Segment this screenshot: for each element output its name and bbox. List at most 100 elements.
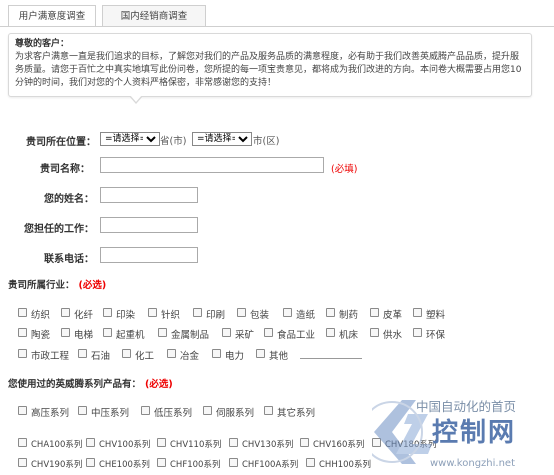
series-checkbox[interactable] bbox=[78, 406, 87, 415]
industry-checkbox[interactable] bbox=[61, 308, 70, 317]
industry-option: 其他 bbox=[269, 351, 289, 362]
series-checkbox[interactable] bbox=[203, 406, 212, 415]
industry-option: 金属制品 bbox=[171, 330, 210, 341]
industry-option: 印染 bbox=[116, 310, 136, 321]
province-select[interactable]: =请选择= bbox=[100, 132, 160, 146]
industry-checkbox[interactable] bbox=[413, 328, 422, 337]
industry-option: 印刷 bbox=[206, 310, 226, 321]
series-option: 其它系列 bbox=[277, 408, 316, 419]
model-checkbox[interactable] bbox=[86, 458, 95, 467]
series-option: 中压系列 bbox=[91, 408, 130, 419]
model-option: CHF100系列 bbox=[170, 460, 221, 470]
industry-option: 针织 bbox=[161, 310, 181, 321]
industry-option: 皮革 bbox=[383, 310, 403, 321]
industry-checkbox[interactable] bbox=[18, 349, 27, 358]
industry-title-text: 贵司所属行业： bbox=[8, 280, 75, 291]
industry-option: 化纤 bbox=[74, 310, 94, 321]
industry-option: 陶瓷 bbox=[31, 330, 51, 341]
tab-customer-satisfaction[interactable]: 用户满意度调查 bbox=[8, 5, 96, 27]
series-option: 低压系列 bbox=[154, 408, 193, 419]
industry-checkbox[interactable] bbox=[222, 328, 231, 337]
model-checkbox[interactable] bbox=[300, 438, 309, 447]
model-option: CHV110系列 bbox=[170, 440, 222, 450]
industry-option: 冶金 bbox=[180, 351, 200, 362]
model-checkbox[interactable] bbox=[306, 458, 315, 467]
phone-label: 联系电话： bbox=[44, 254, 94, 265]
job-input[interactable] bbox=[100, 217, 198, 233]
series-checkbox[interactable] bbox=[141, 406, 150, 415]
industry-option: 机床 bbox=[339, 330, 359, 341]
industry-option: 环保 bbox=[426, 330, 446, 341]
watermark-url: www.kongzhi.net bbox=[430, 458, 515, 469]
industry-checkbox[interactable] bbox=[193, 308, 202, 317]
industry-option: 电力 bbox=[225, 351, 245, 362]
phone-input[interactable] bbox=[100, 247, 198, 263]
industry-checkbox[interactable] bbox=[212, 349, 221, 358]
series-checkbox[interactable] bbox=[264, 406, 273, 415]
intro-box: 尊敬的客户： 为求客户满意一直是我们追求的目标，了解您对我们的产品及服务品质的满… bbox=[8, 33, 532, 104]
model-checkbox[interactable] bbox=[229, 458, 238, 467]
model-checkbox[interactable] bbox=[18, 458, 27, 467]
name-label: 您的姓名： bbox=[44, 194, 94, 205]
industry-option: 纺织 bbox=[31, 310, 51, 321]
industry-checkbox[interactable] bbox=[167, 349, 176, 358]
intro-text: 为求客户满意一直是我们追求的目标，了解您对我们的产品及服务品质的满意程度，必有助… bbox=[15, 52, 522, 88]
industry-option: 化工 bbox=[135, 351, 155, 362]
industry-required: (必选) bbox=[78, 280, 107, 291]
industry-checkbox[interactable] bbox=[256, 349, 265, 358]
industry-checkbox[interactable] bbox=[148, 308, 157, 317]
location-label: 贵司所在位置： bbox=[26, 137, 96, 148]
industry-option: 食品工业 bbox=[277, 330, 316, 341]
industry-other-input[interactable] bbox=[300, 358, 362, 359]
industry-checkbox[interactable] bbox=[264, 328, 273, 337]
industry-checkbox[interactable] bbox=[326, 328, 335, 337]
city-unit: 市(区) bbox=[253, 136, 280, 147]
company-input[interactable] bbox=[100, 157, 324, 173]
name-input[interactable] bbox=[100, 187, 198, 203]
industry-checkbox[interactable] bbox=[413, 308, 422, 317]
model-option: CHV160系列 bbox=[313, 440, 365, 450]
industry-title: 贵司所属行业： (必选) bbox=[8, 277, 106, 291]
industry-option: 造纸 bbox=[296, 310, 316, 321]
intro-greeting: 尊敬的客户： bbox=[15, 39, 70, 49]
tab-domestic-dealer[interactable]: 国内经销商调查 bbox=[102, 5, 206, 27]
industry-option: 采矿 bbox=[235, 330, 255, 341]
industry-checkbox[interactable] bbox=[122, 349, 131, 358]
industry-option: 供水 bbox=[383, 330, 403, 341]
company-required: (必填) bbox=[331, 164, 358, 175]
model-checkbox[interactable] bbox=[157, 458, 166, 467]
industry-checkbox[interactable] bbox=[61, 328, 70, 337]
industry-option: 电梯 bbox=[74, 330, 94, 341]
model-option: CHH100系列 bbox=[319, 460, 371, 470]
city-select[interactable]: =请选择= bbox=[192, 132, 252, 146]
industry-checkbox[interactable] bbox=[103, 308, 112, 317]
industry-checkbox[interactable] bbox=[370, 328, 379, 337]
industry-checkbox[interactable] bbox=[158, 328, 167, 337]
model-option: CHV130系列 bbox=[242, 440, 294, 450]
model-checkbox[interactable] bbox=[157, 438, 166, 447]
model-checkbox[interactable] bbox=[18, 438, 27, 447]
model-checkbox[interactable] bbox=[229, 438, 238, 447]
industry-checkbox[interactable] bbox=[370, 308, 379, 317]
industry-checkbox[interactable] bbox=[103, 328, 112, 337]
series-option: 高压系列 bbox=[31, 408, 70, 419]
industry-checkbox[interactable] bbox=[283, 308, 292, 317]
industry-option: 塑料 bbox=[426, 310, 446, 321]
industry-checkbox[interactable] bbox=[18, 328, 27, 337]
model-checkbox[interactable] bbox=[86, 438, 95, 447]
job-label: 您担任的工作： bbox=[24, 224, 94, 235]
industry-option: 包装 bbox=[250, 310, 270, 321]
model-option: CHV100系列 bbox=[99, 440, 151, 450]
industry-checkbox[interactable] bbox=[326, 308, 335, 317]
series-checkbox[interactable] bbox=[18, 406, 27, 415]
industry-checkbox[interactable] bbox=[18, 308, 27, 317]
products-title-text: 您使用过的英威腾系列产品有： bbox=[8, 379, 142, 390]
industry-option: 起重机 bbox=[116, 330, 145, 341]
intro-pointer bbox=[129, 95, 143, 104]
industry-checkbox[interactable] bbox=[78, 349, 87, 358]
products-title: 您使用过的英威腾系列产品有： (必选) bbox=[8, 376, 173, 390]
industry-checkbox[interactable] bbox=[237, 308, 246, 317]
series-option: 伺服系列 bbox=[216, 408, 255, 419]
model-option: CHA100系列 bbox=[31, 440, 83, 450]
model-option: CHV190系列 bbox=[31, 460, 83, 470]
